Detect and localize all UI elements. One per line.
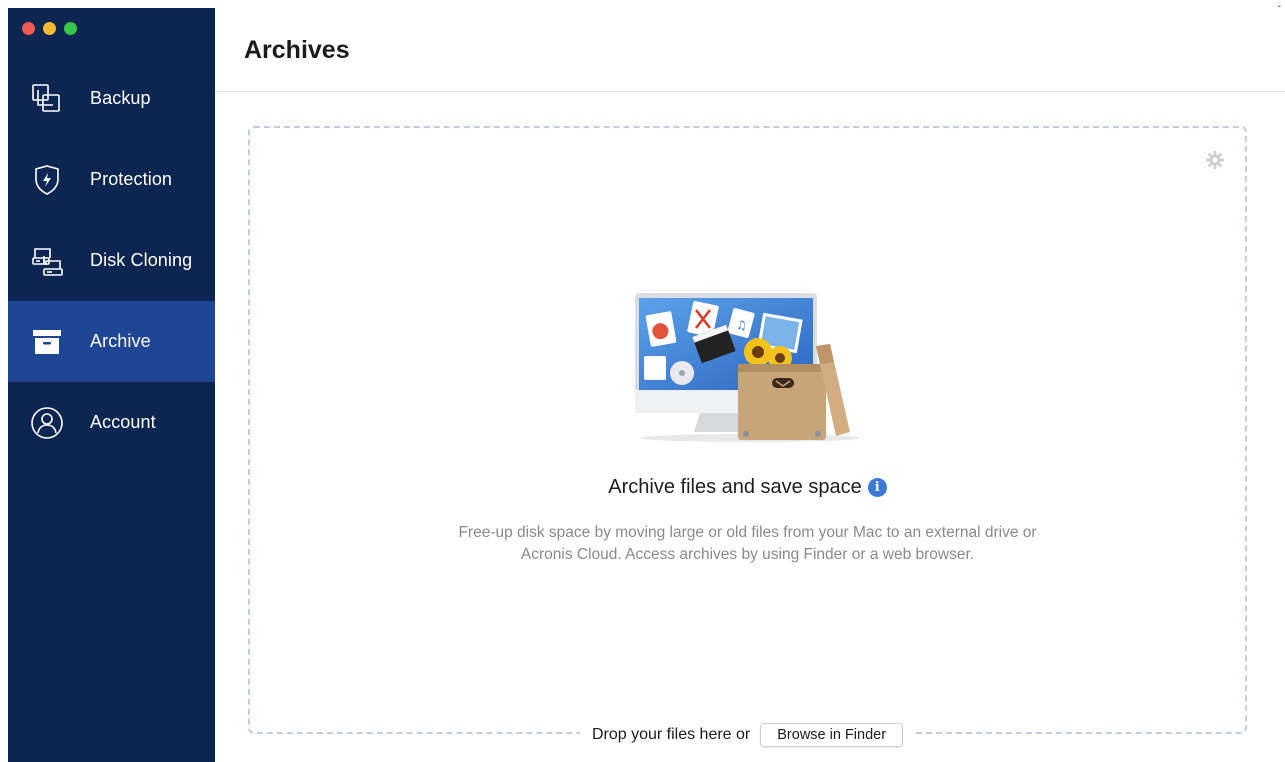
drop-files-text: Drop your files here or bbox=[591, 726, 751, 743]
archive-box-icon bbox=[30, 325, 64, 359]
disk-cloning-icon bbox=[30, 244, 64, 278]
sidebar-item-label: Account bbox=[90, 412, 156, 432]
archive-drop-zone[interactable]: ♫ Archive files and save space i Free-up… bbox=[248, 126, 1247, 747]
drop-zone-heading-text: Archive files and save space bbox=[608, 476, 862, 498]
svg-text:♫: ♫ bbox=[736, 318, 747, 332]
sidebar-item-disk-cloning[interactable]: Disk Cloning bbox=[8, 220, 215, 301]
description-line: Free-up disk space by moving large or ol… bbox=[458, 524, 1037, 541]
close-window-button[interactable] bbox=[22, 22, 35, 35]
corner-mark: ˇ bbox=[1277, 5, 1281, 16]
sidebar-item-label: Backup bbox=[90, 88, 151, 108]
minimize-window-button[interactable] bbox=[43, 22, 56, 35]
sidebar-nav: Backup Protection Disk Cloning Archive A… bbox=[8, 58, 215, 463]
sidebar-item-backup[interactable]: Backup bbox=[8, 58, 215, 139]
window-controls bbox=[22, 22, 77, 36]
sidebar-item-archive[interactable]: Archive bbox=[8, 301, 215, 382]
drop-zone-description: Free-up disk space by moving large or ol… bbox=[380, 522, 1115, 566]
info-icon[interactable]: i bbox=[867, 478, 887, 497]
browse-in-finder-button[interactable]: Browse in Finder bbox=[760, 723, 904, 747]
sidebar-item-label: Disk Cloning bbox=[90, 250, 193, 270]
user-icon bbox=[30, 406, 64, 440]
archive-illustration: ♫ bbox=[630, 288, 870, 448]
drop-zone-heading: Archive files and save space i bbox=[250, 476, 1245, 499]
shield-bolt-icon bbox=[30, 163, 64, 197]
sidebar-item-account[interactable]: Account bbox=[8, 382, 215, 463]
zoom-window-button[interactable] bbox=[64, 22, 77, 35]
sidebar-item-protection[interactable]: Protection bbox=[8, 139, 215, 220]
description-line: Acronis Cloud. Access archives by using … bbox=[520, 546, 975, 563]
sidebar-item-label: Protection bbox=[90, 169, 173, 189]
main-panel: Archives ˇ ♫ Archive files and save spac… bbox=[215, 0, 1285, 762]
backup-icon bbox=[30, 82, 64, 116]
drop-zone-footer: Drop your files here or Browse in Finder bbox=[250, 722, 1245, 748]
gear-icon[interactable] bbox=[1205, 150, 1225, 170]
drop-footer-content: Drop your files here or Browse in Finder bbox=[579, 723, 916, 747]
page-title: Archives bbox=[244, 36, 350, 64]
sidebar-item-label: Archive bbox=[90, 331, 151, 351]
header-divider bbox=[215, 91, 1285, 92]
sidebar: Backup Protection Disk Cloning Archive A… bbox=[8, 8, 215, 762]
app-window: Backup Protection Disk Cloning Archive A… bbox=[0, 0, 1285, 762]
